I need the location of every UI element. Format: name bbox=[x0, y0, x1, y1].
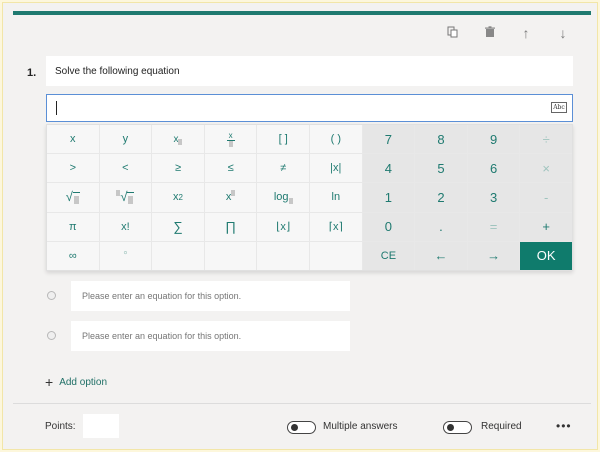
key-7[interactable]: 7 bbox=[362, 125, 415, 154]
key-9[interactable]: 9 bbox=[467, 125, 520, 154]
key-infinity[interactable]: ∞ bbox=[47, 241, 99, 270]
key-right-arrow[interactable]: → bbox=[467, 241, 520, 270]
key-log[interactable]: log bbox=[257, 183, 309, 212]
math-keypad: x y x x [ ] ( ) 7 8 9 ÷ > < ≥ ≤ ≠ |x| 4 … bbox=[46, 124, 573, 271]
placeholder-icon bbox=[128, 196, 134, 205]
required-toggle[interactable] bbox=[443, 421, 472, 434]
arrow-up-icon[interactable]: ↑ bbox=[518, 25, 534, 41]
key-floor[interactable]: ⌊x⌋ bbox=[257, 212, 309, 241]
key-product[interactable]: ∏ bbox=[204, 212, 257, 241]
key-empty bbox=[152, 241, 204, 270]
square-exponent: 2 bbox=[178, 192, 183, 202]
abc-icon[interactable]: Abc bbox=[551, 102, 567, 113]
toggle-knob bbox=[291, 424, 298, 431]
key-greater-equal[interactable]: ≥ bbox=[152, 154, 204, 183]
text-caret bbox=[56, 101, 57, 115]
more-options-icon[interactable]: ••• bbox=[556, 419, 572, 433]
multiple-answers-label: Multiple answers bbox=[323, 421, 398, 432]
key-subscript[interactable]: x bbox=[152, 125, 204, 154]
key-brackets[interactable]: [ ] bbox=[257, 125, 309, 154]
key-greater-than[interactable]: > bbox=[47, 154, 99, 183]
key-4[interactable]: 4 bbox=[362, 154, 415, 183]
key-2[interactable]: 2 bbox=[415, 183, 467, 212]
key-8[interactable]: 8 bbox=[415, 125, 467, 154]
fraction-top: x bbox=[228, 130, 233, 140]
key-1[interactable]: 1 bbox=[362, 183, 415, 212]
key-parentheses[interactable]: ( ) bbox=[309, 125, 362, 154]
key-ln[interactable]: ln bbox=[309, 183, 362, 212]
placeholder-icon bbox=[178, 139, 183, 146]
key-ceiling[interactable]: ⌈x⌉ bbox=[309, 212, 362, 241]
trash-icon[interactable] bbox=[482, 25, 498, 41]
key-sqrt[interactable]: √ bbox=[47, 183, 99, 212]
plus-icon: + bbox=[45, 374, 54, 390]
key-degree[interactable]: ° bbox=[99, 241, 152, 270]
placeholder-icon bbox=[228, 140, 233, 147]
key-less-than[interactable]: < bbox=[99, 154, 152, 183]
key-nth-root[interactable]: √ bbox=[99, 183, 152, 212]
question-accent-bar bbox=[13, 11, 591, 15]
key-minus[interactable]: - bbox=[520, 183, 572, 212]
option-equation-input[interactable]: Please enter an equation for this option… bbox=[71, 281, 350, 311]
key-divide[interactable]: ÷ bbox=[520, 125, 572, 154]
option-radio[interactable] bbox=[47, 331, 56, 340]
key-clear-entry[interactable]: CE bbox=[362, 241, 415, 270]
points-label: Points: bbox=[45, 421, 76, 432]
key-less-equal[interactable]: ≤ bbox=[204, 154, 257, 183]
key-empty bbox=[204, 241, 257, 270]
key-pi[interactable]: π bbox=[47, 212, 99, 241]
required-label: Required bbox=[481, 421, 522, 432]
key-square[interactable]: x2 bbox=[152, 183, 204, 212]
question-number: 1. bbox=[27, 67, 37, 79]
key-x[interactable]: x bbox=[47, 125, 99, 154]
key-left-arrow[interactable]: ← bbox=[415, 241, 467, 270]
toggle-knob bbox=[447, 424, 454, 431]
option-equation-input[interactable]: Please enter an equation for this option… bbox=[71, 321, 350, 351]
nth-root-icon: √ bbox=[120, 188, 128, 204]
sqrt-icon: √ bbox=[65, 188, 73, 204]
question-title-input[interactable]: Solve the following equation bbox=[46, 56, 573, 86]
add-option-button[interactable]: + Add option bbox=[45, 374, 107, 390]
multiple-answers-toggle[interactable] bbox=[287, 421, 316, 434]
key-y[interactable]: y bbox=[99, 125, 152, 154]
log-label: log bbox=[273, 191, 289, 204]
ok-button[interactable]: OK bbox=[520, 241, 572, 270]
option-radio[interactable] bbox=[47, 291, 56, 300]
placeholder-icon bbox=[288, 198, 293, 205]
key-fraction[interactable]: x bbox=[204, 125, 257, 154]
key-plus[interactable]: + bbox=[520, 212, 572, 241]
key-6[interactable]: 6 bbox=[467, 154, 520, 183]
key-decimal[interactable]: . bbox=[415, 212, 467, 241]
key-0[interactable]: 0 bbox=[362, 212, 415, 241]
placeholder-icon bbox=[231, 190, 236, 197]
key-3[interactable]: 3 bbox=[467, 183, 520, 212]
points-input[interactable] bbox=[83, 414, 119, 438]
key-multiply[interactable]: × bbox=[520, 154, 572, 183]
key-empty bbox=[309, 241, 362, 270]
equation-input[interactable]: Abc bbox=[46, 94, 573, 122]
question-card: ↑ ↓ 1. Solve the following equation Abc … bbox=[2, 2, 598, 450]
key-absolute[interactable]: |x| bbox=[309, 154, 362, 183]
key-5[interactable]: 5 bbox=[415, 154, 467, 183]
key-not-equal[interactable]: ≠ bbox=[257, 154, 309, 183]
key-power[interactable]: x bbox=[204, 183, 257, 212]
copy-icon[interactable] bbox=[445, 25, 461, 41]
placeholder-icon bbox=[73, 196, 79, 205]
key-equals[interactable]: = bbox=[467, 212, 520, 241]
arrow-down-icon[interactable]: ↓ bbox=[555, 25, 571, 41]
key-empty bbox=[257, 241, 309, 270]
key-sum[interactable]: ∑ bbox=[152, 212, 204, 241]
add-option-label: Add option bbox=[59, 376, 108, 388]
footer-divider bbox=[13, 403, 591, 404]
key-factorial[interactable]: x! bbox=[99, 212, 152, 241]
